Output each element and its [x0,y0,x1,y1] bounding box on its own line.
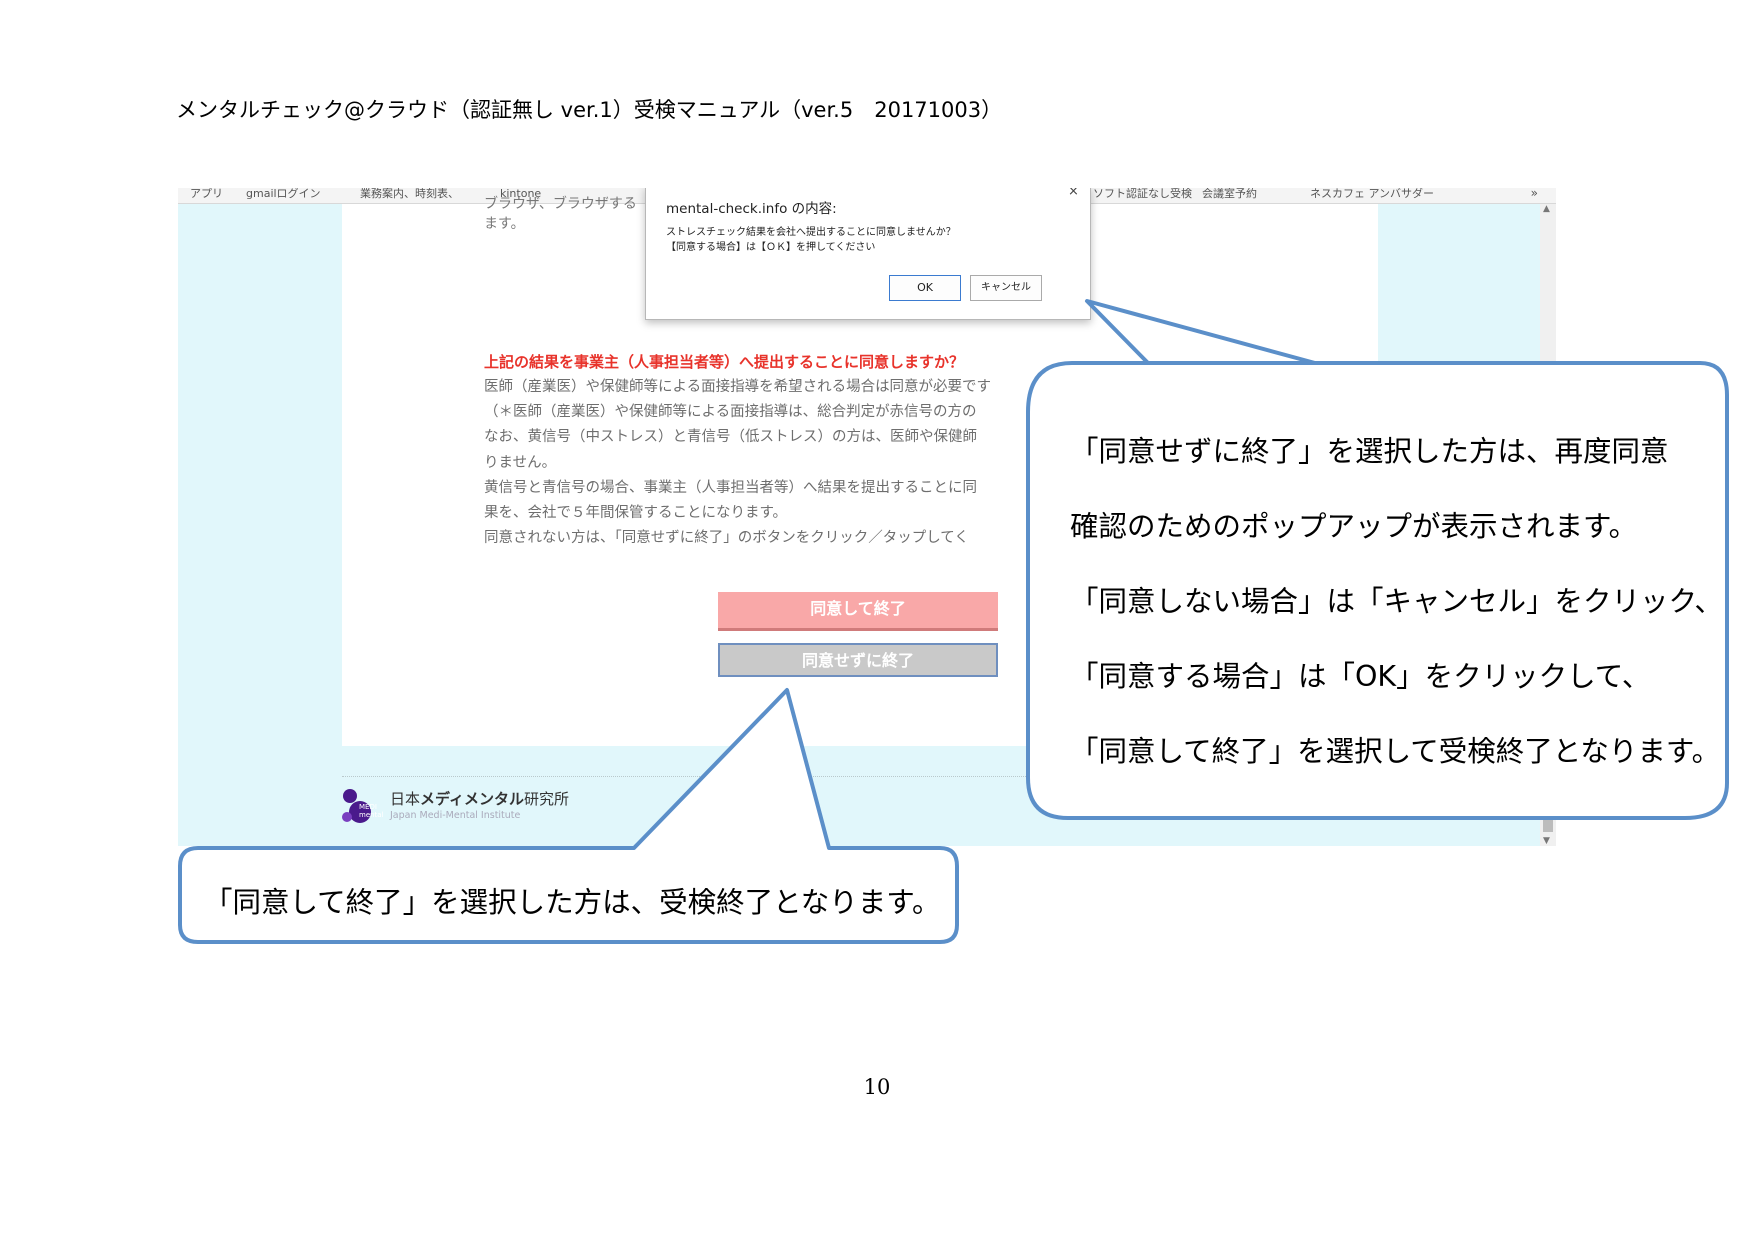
page-number: 10 [863,1075,891,1099]
right-callout-text: 「同意せずに終了」を選択した方は、再度同意 確認のためのポップアップが表示されま… [1070,414,1723,789]
callout-line: 「同意しない場合」は「キャンセル」をクリック、 [1070,585,1723,618]
callout-line: 確認のためのポップアップが表示されます。 [1070,510,1638,543]
callout-line: 「同意する場合」は「OK」をクリックして、 [1070,660,1651,693]
callout-line: 「同意せずに終了」を選択した方は、再度同意 [1070,435,1669,468]
callout-line: 「同意して終了」を選択して受検終了となります。 [1070,735,1721,768]
left-callout-text: 「同意して終了」を選択した方は、受検終了となります。 [204,886,941,919]
